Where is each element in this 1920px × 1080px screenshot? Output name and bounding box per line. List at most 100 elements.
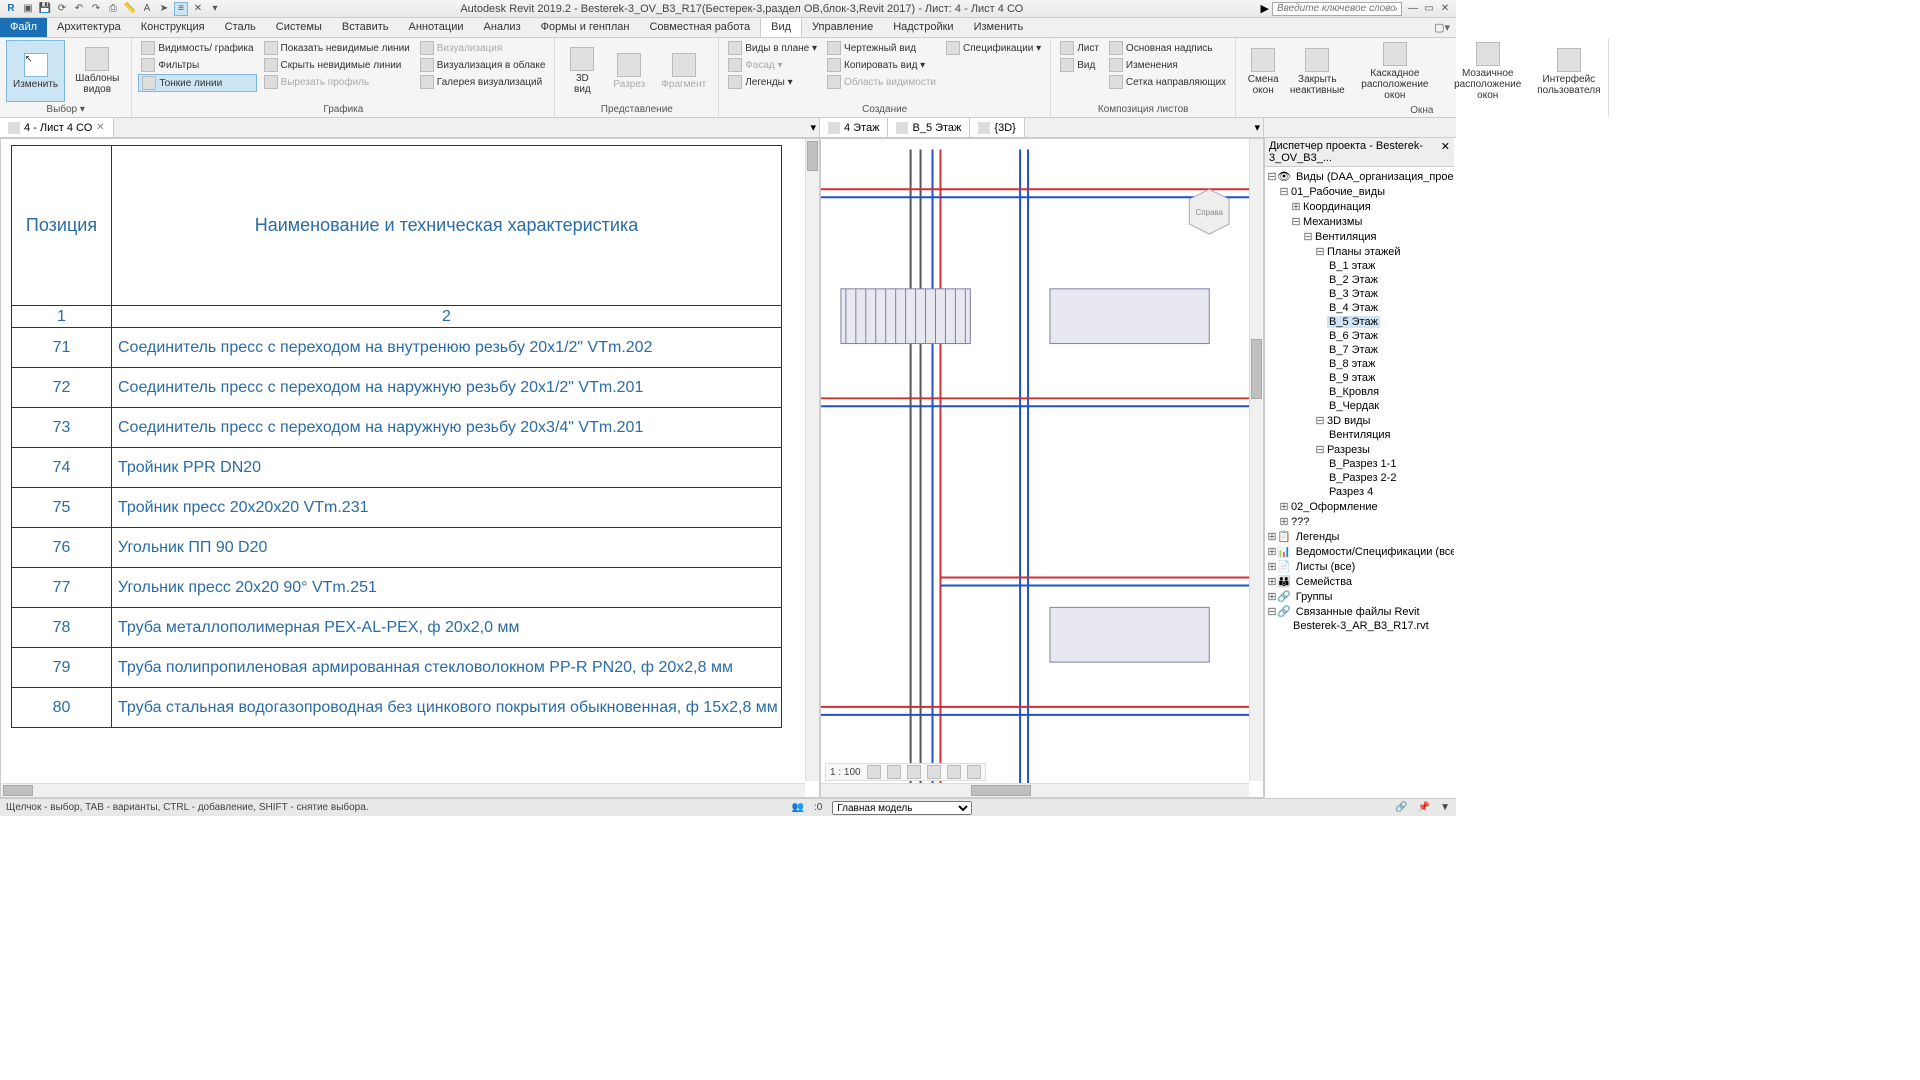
show-hidden-button[interactable]: Показать невидимые линии	[261, 40, 413, 56]
modify-button[interactable]: ↖Изменить	[6, 40, 65, 102]
shadows-icon[interactable]	[927, 765, 941, 779]
plan-views-button[interactable]: Виды в плане ▾	[725, 40, 820, 56]
minimize-icon[interactable]: —	[1406, 2, 1420, 16]
save-icon[interactable]: 💾	[38, 2, 52, 16]
app-icon[interactable]: R	[4, 2, 18, 16]
cut-profile-button[interactable]: Вырезать профиль	[261, 74, 413, 90]
arrow-icon[interactable]: ➤	[157, 2, 171, 16]
scrollbar-vertical[interactable]	[1249, 139, 1263, 781]
select-pinned-icon[interactable]: 📌	[1418, 802, 1430, 813]
schedules-button[interactable]: Спецификации ▾	[943, 40, 1044, 56]
scrollbar-horizontal[interactable]	[1, 783, 805, 797]
viewtab-sheet4[interactable]: 4 - Лист 4 СО✕	[0, 118, 114, 137]
workset-icon[interactable]: 👥	[792, 802, 804, 813]
tree-item-section[interactable]: В_Разрез 1-1	[1327, 458, 1398, 470]
viewtab-3d[interactable]: {3D}	[970, 118, 1024, 137]
duplicate-view-button[interactable]: Копировать вид ▾	[824, 57, 939, 73]
drafting-view-button[interactable]: Чертежный вид	[824, 40, 939, 56]
tree-item-floor[interactable]: В_6 Этаж	[1327, 330, 1380, 342]
scrollbar-horizontal[interactable]	[821, 783, 1249, 797]
tree-item-floor[interactable]: В_7 Этаж	[1327, 344, 1380, 356]
tabs-dropdown-icon[interactable]: ▾	[1251, 118, 1263, 137]
tree-item-floor[interactable]: В_2 Этаж	[1327, 274, 1380, 286]
tabs-dropdown-icon[interactable]: ▾	[807, 118, 819, 137]
3d-view-button[interactable]: 3D вид	[561, 40, 603, 102]
tree-item-floor[interactable]: В_3 Этаж	[1327, 288, 1380, 300]
tab-view[interactable]: Вид	[760, 18, 802, 37]
tile-button[interactable]: Мозаичное расположение окон	[1443, 40, 1532, 103]
3d-view[interactable]: Справа 1 : 100	[820, 138, 1264, 798]
viewtab-floor4[interactable]: 4 Этаж	[820, 118, 888, 137]
file-tab[interactable]: Файл	[0, 18, 47, 37]
view-templates-button[interactable]: Шаблоны видов	[69, 40, 125, 102]
tree-item-section[interactable]: В_Разрез 2-2	[1327, 472, 1398, 484]
thin-lines-icon[interactable]: ≡	[174, 2, 188, 16]
tab-addins[interactable]: Надстройки	[883, 18, 963, 37]
filters-button[interactable]: Фильтры	[138, 57, 256, 73]
visibility-graphics-button[interactable]: Видимость/ графика	[138, 40, 256, 56]
sheet-view[interactable]: ПозицияНаименование и техническая характ…	[0, 138, 820, 798]
sync-icon[interactable]: ⟳	[55, 2, 69, 16]
hide-icon[interactable]	[967, 765, 981, 779]
measure-icon[interactable]: 📏	[123, 2, 137, 16]
tab-collaborate[interactable]: Совместная работа	[639, 18, 760, 37]
tab-annotate[interactable]: Аннотации	[399, 18, 474, 37]
elevation-button[interactable]: Фасад ▾	[725, 57, 820, 73]
visual-style-icon[interactable]	[887, 765, 901, 779]
close-inactive-button[interactable]: Закрыть неактивные	[1288, 40, 1346, 103]
ui-button[interactable]: Интерфейс пользователя	[1536, 40, 1601, 103]
title-block-button[interactable]: Основная надпись	[1106, 40, 1229, 56]
ribbon-min-icon[interactable]: ▢▾	[1428, 18, 1456, 37]
cascade-button[interactable]: Каскадное расположение окон	[1350, 40, 1439, 103]
legends-button[interactable]: Легенды ▾	[725, 74, 820, 90]
dropdown-icon[interactable]: ▾	[208, 2, 222, 16]
tab-modify[interactable]: Изменить	[964, 18, 1034, 37]
tree-item-section[interactable]: Разрез 4	[1327, 486, 1375, 498]
sheet-button[interactable]: Лист	[1057, 40, 1102, 56]
scale-label[interactable]: 1 : 100	[830, 767, 861, 778]
render-gallery-button[interactable]: Галерея визуализаций	[417, 74, 549, 90]
view-cube[interactable]: Справа	[1189, 189, 1229, 234]
3d-model-canvas[interactable]: Справа	[821, 139, 1263, 797]
sun-icon[interactable]	[907, 765, 921, 779]
filter-icon[interactable]: ▼	[1440, 802, 1450, 813]
guide-grid-button[interactable]: Сетка направляющих	[1106, 74, 1229, 90]
switch-windows-button[interactable]: Смена окон	[1242, 40, 1284, 103]
tab-massing[interactable]: Формы и генплан	[531, 18, 640, 37]
close-hidden-icon[interactable]: ✕	[191, 2, 205, 16]
select-links-icon[interactable]: 🔗	[1395, 802, 1407, 813]
tab-architecture[interactable]: Архитектура	[47, 18, 131, 37]
crop-icon[interactable]	[947, 765, 961, 779]
detail-level-icon[interactable]	[867, 765, 881, 779]
tree-item-floor[interactable]: В_4 Этаж	[1327, 302, 1380, 314]
tree-item-floor[interactable]: В_8 этаж	[1327, 358, 1377, 370]
text-icon[interactable]: A	[140, 2, 154, 16]
main-model-select[interactable]: Главная модель	[832, 801, 972, 815]
thin-lines-button[interactable]: Тонкие линии	[138, 74, 256, 92]
tab-manage[interactable]: Управление	[802, 18, 883, 37]
viewtab-b5[interactable]: B_5 Этаж	[888, 118, 970, 137]
tree-item-floor[interactable]: В_9 этаж	[1327, 372, 1377, 384]
render-cloud-button[interactable]: Визуализация в облаке	[417, 57, 549, 73]
revisions-button[interactable]: Изменения	[1106, 57, 1229, 73]
tab-steel[interactable]: Сталь	[215, 18, 266, 37]
print-icon[interactable]: ⎙	[106, 2, 120, 16]
tab-insert[interactable]: Вставить	[332, 18, 399, 37]
browser-close-icon[interactable]: ✕	[1441, 140, 1450, 164]
keyword-search[interactable]	[1272, 2, 1402, 16]
tab-analyze[interactable]: Анализ	[473, 18, 530, 37]
open-icon[interactable]: ▣	[21, 2, 35, 16]
undo-icon[interactable]: ↶	[72, 2, 86, 16]
place-view-button[interactable]: Вид	[1057, 57, 1102, 73]
tree-item-floor[interactable]: В_Кровля	[1327, 386, 1381, 398]
restore-icon[interactable]: ▭	[1422, 2, 1436, 16]
close-icon[interactable]: ✕	[1438, 2, 1452, 16]
tree-item-floor[interactable]: В_5 Этаж	[1327, 316, 1380, 328]
scrollbar-vertical[interactable]	[805, 139, 819, 781]
redo-icon[interactable]: ↷	[89, 2, 103, 16]
close-tab-icon[interactable]: ✕	[96, 122, 104, 133]
tree-item-floor[interactable]: В_Чердак	[1327, 400, 1381, 412]
project-tree[interactable]: ⊟👁 Виды (DAA_организация_проекта) ⊟01_Ра…	[1265, 167, 1454, 635]
tab-structure[interactable]: Конструкция	[131, 18, 215, 37]
tree-item-floor[interactable]: В_1 этаж	[1327, 260, 1377, 272]
